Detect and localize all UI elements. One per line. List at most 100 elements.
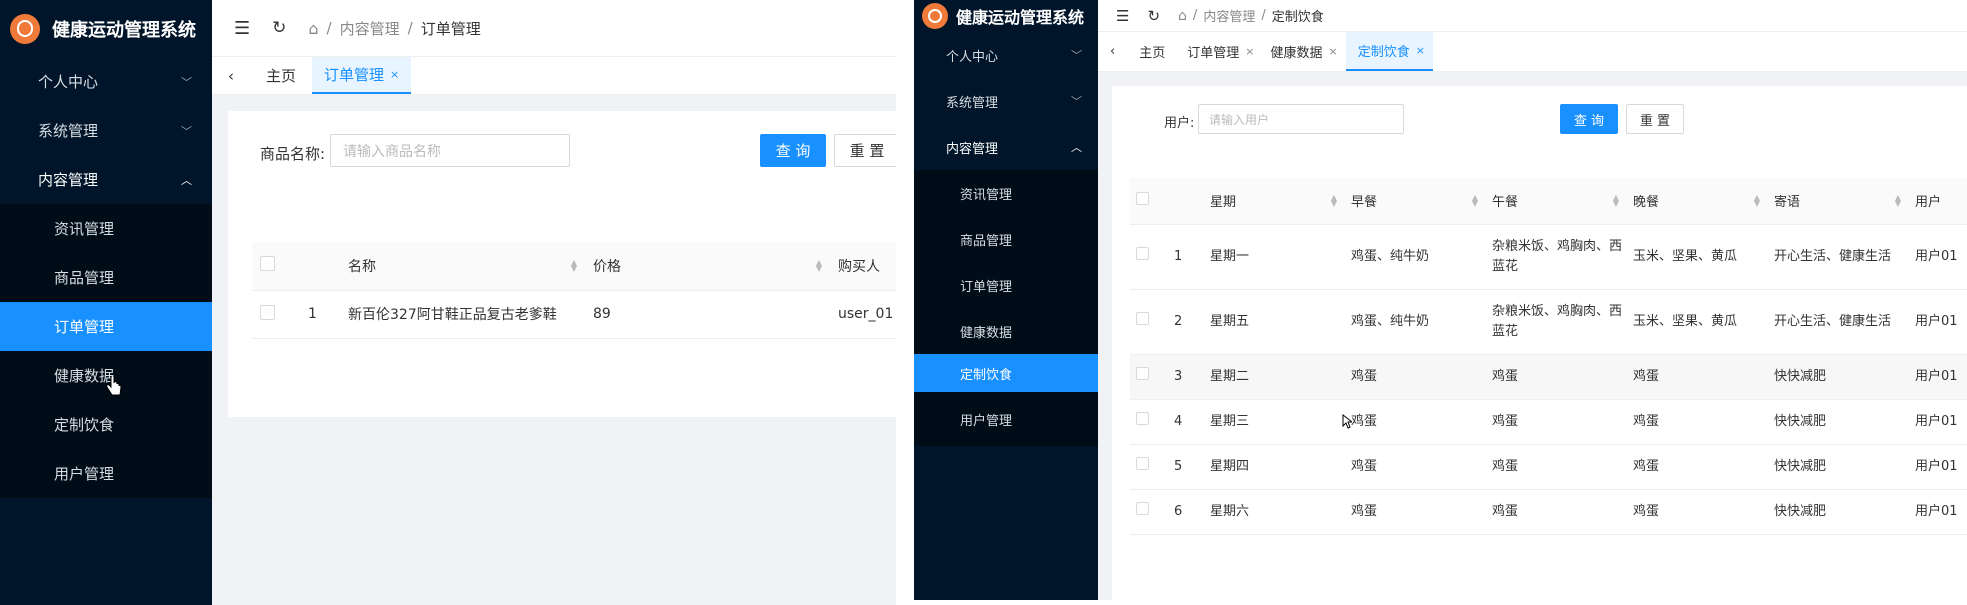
table-row[interactable]: 1 星期一 鸡蛋、纯牛奶 杂粮米饭、鸡胸肉、西蓝花 玉米、坚果、黄瓜 开心生活、健康生活用…	[1130, 224, 1967, 290]
sort-icon[interactable]: ▲ ▼	[1754, 193, 1760, 207]
column-header-user[interactable]: 用户	[1909, 178, 1967, 225]
diet-table: 星期 ▲ ▼ 早餐 ▲ ▼ 午餐 ▲ ▼ 晚餐 ▲ ▼ 寄语 ▲ ▼ 用户 1 星期一 鸡蛋、纯牛奶 杂粮…	[1130, 178, 1967, 535]
main-area: ☰ ↻ ⌂ / 内容管理 / 定制饮食 ‹ 主页 订单管理 × 健康数据 × 定制饮…	[1098, 0, 1967, 600]
close-icon[interactable]: ×	[1328, 45, 1337, 58]
select-all-checkbox[interactable]	[260, 256, 275, 272]
top-bar: ☰ ↻ ⌂ / 内容管理 / 定制饮食	[1098, 0, 1967, 32]
tab-home[interactable]: 主页	[250, 57, 312, 94]
column-header-message[interactable]: 寄语 ▲ ▼	[1768, 178, 1909, 225]
menu-fold-icon[interactable]: ☰	[234, 18, 250, 39]
chevron-left-icon: ‹	[1110, 44, 1116, 59]
menu-system[interactable]: 系统管理 ﹀	[914, 78, 1098, 124]
menu-products[interactable]: 商品管理	[0, 253, 212, 302]
diet-rows: 1 星期一 鸡蛋、纯牛奶 杂粮米饭、鸡胸肉、西蓝花 玉米、坚果、黄瓜 开心生活、健康生活用…	[1130, 224, 1967, 535]
tab-health-data[interactable]: 健康数据 ×	[1262, 32, 1345, 71]
tab-orders[interactable]: 订单管理 ×	[312, 57, 412, 94]
menu-fold-icon[interactable]: ☰	[1116, 7, 1129, 25]
chevron-down-icon: ﹀	[1071, 49, 1082, 62]
sort-icon[interactable]: ▲ ▼	[1472, 193, 1478, 207]
tab-home[interactable]: 主页	[1127, 32, 1179, 71]
table-header: 星期 ▲ ▼ 早餐 ▲ ▼ 午餐 ▲ ▼ 晚餐 ▲ ▼ 寄语 ▲ ▼ 用户	[1130, 178, 1967, 225]
sort-icon[interactable]: ▲ ▼	[1331, 193, 1337, 207]
top-bar: ☰ ↻ ⌂ / 内容管理 / 订单管理	[212, 0, 896, 57]
menu-custom-diet[interactable]: 定制饮食	[914, 354, 1098, 392]
tab-scroll-left[interactable]: ‹	[1098, 32, 1127, 71]
menu-content[interactable]: 内容管理 ︿	[0, 155, 212, 204]
menu-orders[interactable]: 订单管理	[914, 262, 1098, 308]
column-header-day[interactable]: 星期 ▲ ▼	[1204, 178, 1345, 225]
sort-icon[interactable]: ▲ ▼	[1895, 193, 1901, 207]
row-checkbox[interactable]	[1136, 501, 1149, 515]
select-all-checkbox[interactable]	[1136, 192, 1149, 206]
table-row[interactable]: 6 星期六 鸡蛋 鸡蛋 鸡蛋 快快减肥 用户01	[1130, 489, 1967, 535]
column-header-price[interactable]: 价格 ▲ ▼	[585, 242, 830, 291]
order-card: 商品名称: 请输入商品名称 查 询 重 置 名称▲▼ 价格▲▼ 购买人	[228, 111, 896, 417]
sort-icon[interactable]: ▲ ▼	[571, 258, 577, 272]
row-checkbox[interactable]	[1136, 311, 1149, 325]
row-checkbox[interactable]	[1136, 366, 1149, 380]
menu-users[interactable]: 用户管理	[0, 449, 212, 498]
row-checkbox[interactable]	[260, 304, 275, 320]
tab-orders[interactable]: 订单管理 ×	[1179, 32, 1262, 71]
table-row[interactable]: 5 星期四 鸡蛋 鸡蛋 鸡蛋 快快减肥 用户01	[1130, 444, 1967, 490]
tab-custom-diet[interactable]: 定制饮食 ×	[1345, 32, 1433, 71]
left-screenshot: 健康运动管理系统 个人中心 ﹀ 系统管理 ﹀ 内容管理 ︿ 资讯管理 商品管理 订单管…	[0, 0, 896, 605]
column-header-lunch[interactable]: 午餐 ▲ ▼	[1486, 178, 1627, 225]
column-header-dinner[interactable]: 晚餐 ▲ ▼	[1627, 178, 1768, 225]
content-area: 用户: 请输入用户 查 询 重 置 星期 ▲ ▼ 早餐 ▲ ▼ 午餐 ▲ ▼ 晚…	[1098, 72, 1967, 600]
app-logo: 健康运动管理系统	[914, 0, 1098, 32]
column-header-breakfast[interactable]: 早餐 ▲ ▼	[1345, 178, 1486, 225]
query-button[interactable]: 查 询	[1560, 104, 1618, 134]
row-checkbox[interactable]	[1136, 456, 1149, 470]
menu-content[interactable]: 内容管理 ︿	[914, 124, 1098, 170]
column-header-name[interactable]: 名称 ▲ ▼	[340, 242, 585, 291]
menu-health-data[interactable]: 健康数据	[914, 308, 1098, 354]
menu-system[interactable]: 系统管理 ﹀	[0, 106, 212, 155]
reset-button[interactable]: 重 置	[834, 134, 896, 167]
close-icon[interactable]: ×	[1416, 44, 1425, 57]
menu-personal-center[interactable]: 个人中心 ﹀	[0, 57, 212, 106]
column-header-buyer[interactable]: 购买人	[830, 242, 896, 291]
close-icon[interactable]: ×	[1245, 45, 1254, 58]
home-icon[interactable]: ⌂	[1178, 8, 1187, 24]
table-row[interactable]: 2 星期五 鸡蛋、纯牛奶 杂粮米饭、鸡胸肉、西蓝花 玉米、坚果、黄瓜 开心生活、健康生活用…	[1130, 289, 1967, 355]
tab-scroll-left[interactable]: ‹	[212, 57, 250, 94]
tab-bar: ‹ 主页 订单管理 × 健康数据 × 定制饮食 ×	[1098, 32, 1967, 72]
table-header: 名称 ▲ ▼ 价格 ▲ ▼ 购买人	[252, 242, 896, 291]
close-icon[interactable]: ×	[390, 68, 399, 81]
content-submenu: 资讯管理 商品管理 订单管理 健康数据 定制饮食 用户管理	[914, 170, 1098, 446]
sort-icon[interactable]: ▲ ▼	[1613, 193, 1619, 207]
reset-button[interactable]: 重 置	[1626, 104, 1684, 134]
menu-custom-diet[interactable]: 定制饮食	[0, 400, 212, 449]
row-checkbox[interactable]	[1136, 411, 1149, 425]
menu-personal-center[interactable]: 个人中心 ﹀	[914, 32, 1098, 78]
breadcrumb-content[interactable]: 内容管理	[340, 18, 400, 39]
menu-orders[interactable]: 订单管理	[0, 302, 212, 351]
refresh-icon[interactable]: ↻	[272, 18, 286, 38]
right-screenshot: 健康运动管理系统 个人中心 ﹀ 系统管理 ﹀ 内容管理 ︿ 资讯管理 商品管理 订单管…	[914, 0, 1967, 600]
search-label: 用户:	[1164, 116, 1195, 131]
menu-users[interactable]: 用户管理	[914, 392, 1098, 446]
product-name-input[interactable]: 请输入商品名称	[330, 134, 570, 167]
search-label: 商品名称:	[260, 145, 326, 163]
home-icon[interactable]: ⌂	[308, 19, 318, 38]
breadcrumb-content[interactable]: 内容管理	[1203, 6, 1255, 25]
table-row[interactable]: 4 星期三 鸡蛋 鸡蛋 鸡蛋 快快减肥 用户01	[1130, 399, 1967, 445]
table-row[interactable]: 1 新百伦327阿甘鞋正品复古老爹鞋 89 user_01	[252, 290, 896, 339]
menu-products[interactable]: 商品管理	[914, 216, 1098, 262]
order-table: 名称 ▲ ▼ 价格 ▲ ▼ 购买人 1 新百伦327阿甘鞋正品复古老爹鞋 89 user…	[252, 242, 896, 339]
sidebar: 健康运动管理系统 个人中心 ﹀ 系统管理 ﹀ 内容管理 ︿ 资讯管理 商品管理 订单管…	[0, 0, 212, 605]
user-input[interactable]: 请输入用户	[1198, 104, 1404, 134]
content-submenu: 资讯管理 商品管理 订单管理 健康数据 定制饮食 用户管理	[0, 204, 212, 498]
refresh-icon[interactable]: ↻	[1147, 7, 1160, 25]
app-title: 健康运动管理系统	[956, 8, 1085, 27]
row-checkbox[interactable]	[1136, 246, 1149, 260]
chevron-up-icon: ︿	[1071, 141, 1082, 154]
sort-icon[interactable]: ▲ ▼	[816, 258, 822, 272]
menu-news[interactable]: 资讯管理	[914, 170, 1098, 216]
query-button[interactable]: 查 询	[760, 134, 826, 167]
table-row[interactable]: 3 星期二 鸡蛋 鸡蛋 鸡蛋 快快减肥 用户01	[1130, 354, 1967, 400]
sidebar: 健康运动管理系统 个人中心 ﹀ 系统管理 ﹀ 内容管理 ︿ 资讯管理 商品管理 订单管…	[914, 0, 1098, 600]
main-area: ☰ ↻ ⌂ / 内容管理 / 订单管理 ‹ 主页 订单管理 × 商品名称: 请输…	[212, 0, 896, 605]
menu-news[interactable]: 资讯管理	[0, 204, 212, 253]
